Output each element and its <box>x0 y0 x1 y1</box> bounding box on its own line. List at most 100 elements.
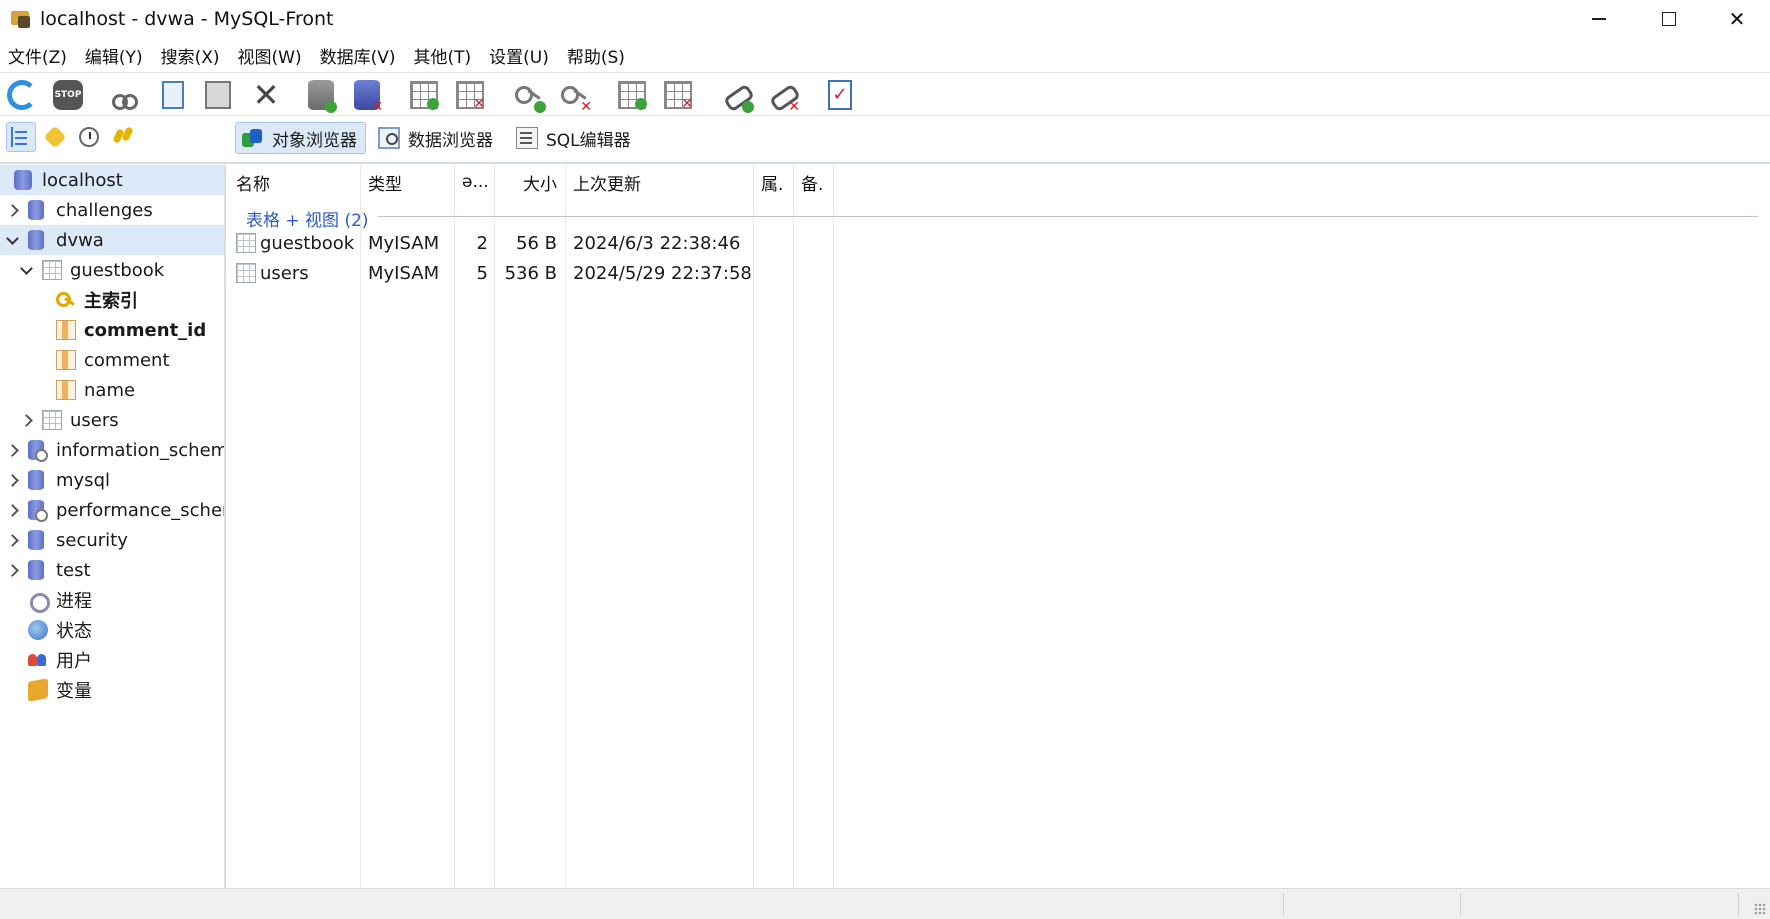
bookmarks-tab[interactable] <box>40 122 70 152</box>
menu-database[interactable]: 数据库(V) <box>312 43 406 68</box>
drop-table-button[interactable]: ✕ <box>452 78 488 112</box>
tree-item[interactable]: name <box>0 375 224 405</box>
tree-item-label: 状态 <box>56 621 92 642</box>
tree-item[interactable]: users <box>0 405 224 435</box>
tree-item[interactable]: performance_schema <box>0 495 224 525</box>
tree-item[interactable]: 状态 <box>0 615 224 645</box>
tab-object-browser[interactable]: 对象浏览器 <box>235 122 366 154</box>
server-icon <box>14 170 32 190</box>
check-button[interactable]: ✓ <box>822 78 858 112</box>
tree-item[interactable]: comment <box>0 345 224 375</box>
drop-field-button[interactable]: ✕ <box>660 78 696 112</box>
tree-item[interactable]: mysql <box>0 465 224 495</box>
refresh-icon <box>7 80 37 110</box>
cell-records: 5 <box>476 262 488 284</box>
expand-right-icon[interactable] <box>4 532 20 548</box>
table-icon <box>236 233 256 253</box>
cut-icon <box>110 80 140 110</box>
menu-settings[interactable]: 设置(U) <box>481 43 559 68</box>
history-tab[interactable] <box>74 122 104 152</box>
maximize-icon <box>1662 12 1676 26</box>
drop-foreign-key-button[interactable]: ✕ <box>764 78 800 114</box>
sql-editor-icon <box>516 127 538 149</box>
table-icon <box>42 410 62 430</box>
tree-item[interactable]: 变量 <box>0 675 224 705</box>
tree-item[interactable]: test <box>0 555 224 585</box>
column-header-size[interactable]: 大小 <box>494 165 565 199</box>
create-key-button[interactable] <box>510 78 546 113</box>
tree-item[interactable]: dvwa <box>0 225 224 255</box>
tree-item[interactable]: comment_id <box>0 315 224 345</box>
tab-sql-editor[interactable]: SQL编辑器 <box>510 122 639 154</box>
drop-database-icon: ✕ <box>354 80 383 114</box>
menu-other[interactable]: 其他(T) <box>405 43 481 68</box>
column-header-comment[interactable]: 备. <box>793 165 833 199</box>
tab-data-browser[interactable]: 数据浏览器 <box>372 122 501 154</box>
field-icon <box>56 320 76 340</box>
expand-right-icon[interactable] <box>4 502 20 518</box>
menu-search[interactable]: 搜索(X) <box>153 43 230 68</box>
main-toolbar: STOP ✕ ✕ ✕ ✕ ✕ ✕ ✓ <box>0 72 1770 116</box>
tree-item[interactable]: guestbook <box>0 255 224 285</box>
tab-sql-editor-label: SQL编辑器 <box>546 130 631 151</box>
tree-item[interactable]: 用户 <box>0 645 224 675</box>
expand-right-icon[interactable] <box>4 202 20 218</box>
navigator-tab[interactable] <box>6 122 36 152</box>
expand-right-icon[interactable] <box>4 442 20 458</box>
tab-data-browser-label: 数据浏览器 <box>408 130 493 151</box>
expand-down-icon[interactable] <box>4 232 20 248</box>
resize-grip-icon[interactable] <box>1754 903 1766 915</box>
cut-button[interactable] <box>107 78 143 112</box>
column-header-records[interactable]: ə... <box>454 165 494 199</box>
column-header-attributes[interactable]: 属. <box>753 165 793 199</box>
cell-type: MyISAM <box>368 232 440 254</box>
copy-button[interactable] <box>155 78 191 112</box>
menu-help[interactable]: 帮助(S) <box>559 43 635 68</box>
create-database-button[interactable] <box>303 78 339 113</box>
close-button[interactable]: ✕ <box>1702 0 1770 38</box>
paste-button[interactable] <box>200 78 236 112</box>
check-icon: ✓ <box>828 80 852 110</box>
clock-icon <box>79 127 99 147</box>
tree-item[interactable]: information_schema <box>0 435 224 465</box>
expand-down-icon[interactable] <box>18 262 34 278</box>
data-browser-icon <box>378 127 400 149</box>
navigator-tree[interactable]: localhost challenges dvwa guestbook 主索引 comme… <box>0 165 226 888</box>
delete-button[interactable]: ✕ <box>248 78 284 112</box>
stop-button[interactable]: STOP <box>50 78 86 112</box>
tree-item[interactable]: localhost <box>0 165 224 195</box>
column-header-updated[interactable]: 上次更新 <box>565 165 753 199</box>
tree-item-label: 进程 <box>56 591 92 612</box>
tree-item-label: name <box>84 379 136 401</box>
explorer-tab[interactable] <box>108 122 138 152</box>
minimize-icon <box>1592 18 1606 20</box>
maximize-button[interactable] <box>1634 0 1704 38</box>
drop-database-button[interactable]: ✕ <box>349 78 385 114</box>
column-header-name[interactable]: 名称 <box>228 165 360 199</box>
tree-item-label: challenges <box>56 199 153 221</box>
tree-item[interactable]: 主索引 <box>0 285 224 315</box>
create-field-button[interactable] <box>614 78 650 112</box>
create-foreign-key-button[interactable] <box>718 78 754 113</box>
tab-object-browser-label: 对象浏览器 <box>272 130 357 151</box>
create-table-button[interactable] <box>406 78 442 112</box>
column-header-type[interactable]: 类型 <box>360 165 454 199</box>
menu-file[interactable]: 文件(Z) <box>0 43 77 68</box>
status-icon <box>28 620 48 640</box>
cell-updated: 2024/6/3 22:38:46 <box>573 232 741 254</box>
minimize-button[interactable] <box>1564 0 1634 38</box>
expand-right-icon[interactable] <box>18 412 34 428</box>
drop-key-button[interactable]: ✕ <box>556 78 592 114</box>
tree-item[interactable]: 进程 <box>0 585 224 615</box>
menu-view[interactable]: 视图(W) <box>230 43 312 68</box>
window-title: localhost - dvwa - MySQL-Front <box>40 8 334 30</box>
expand-right-icon[interactable] <box>4 472 20 488</box>
tree-item-label: performance_schema <box>56 499 224 521</box>
tree-item-label: 主索引 <box>84 291 138 312</box>
delete-icon: ✕ <box>252 76 280 114</box>
expand-right-icon[interactable] <box>4 562 20 578</box>
tree-item[interactable]: challenges <box>0 195 224 225</box>
refresh-button[interactable] <box>4 78 40 112</box>
menu-edit[interactable]: 编辑(Y) <box>77 43 153 68</box>
tree-item[interactable]: security <box>0 525 224 555</box>
